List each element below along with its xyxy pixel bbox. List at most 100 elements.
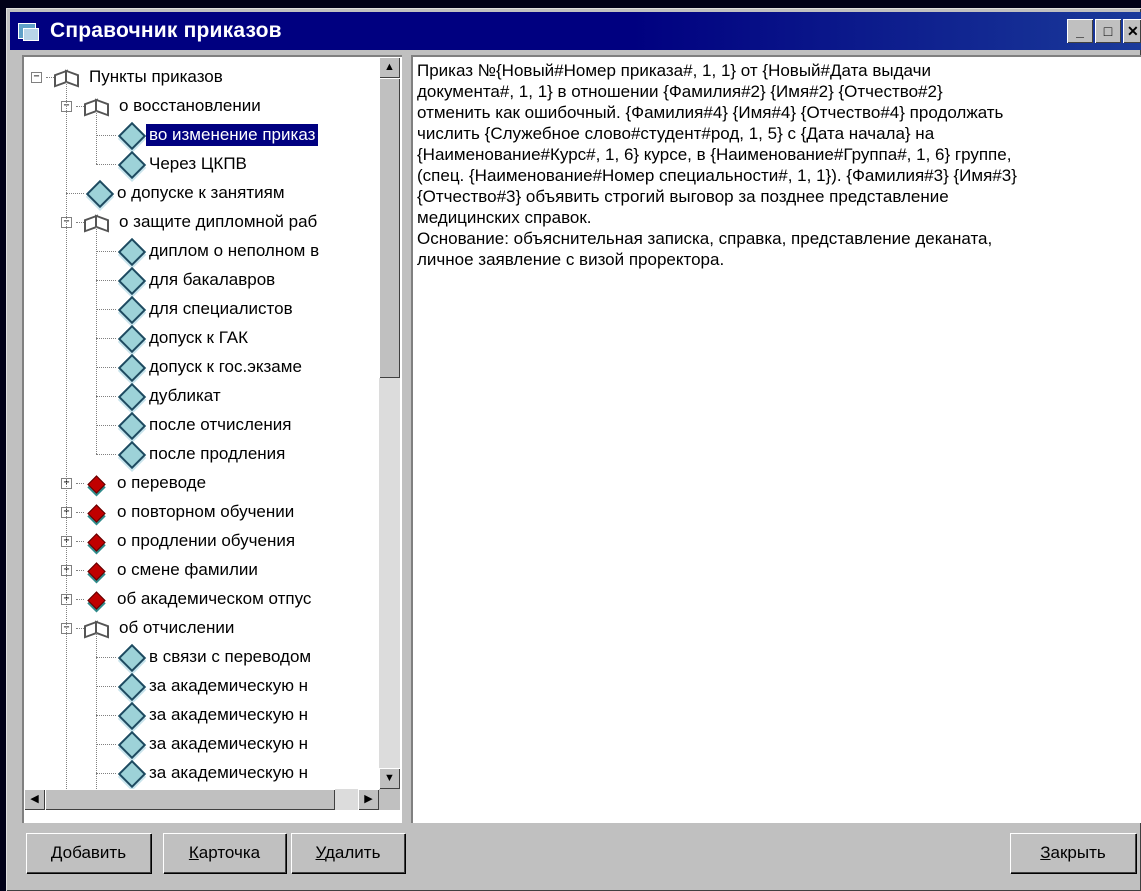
tree-connector: [96, 686, 116, 687]
tree-node[interactable]: допуск к ГАК: [24, 324, 379, 354]
tree-node[interactable]: за академическую н: [24, 701, 379, 731]
leaf-page-icon: [117, 324, 147, 354]
leaf-page-icon: [85, 179, 115, 209]
tree-guide-line: [96, 633, 97, 789]
leaf-page-icon: [117, 701, 147, 731]
tree-connector: [76, 570, 84, 571]
maximize-button[interactable]: □: [1095, 19, 1121, 43]
tree-node[interactable]: диплом о неполном в: [24, 237, 379, 267]
tree-connector: [76, 483, 84, 484]
close-icon: ✕: [1127, 23, 1139, 39]
closed-book-icon: [87, 475, 106, 494]
tree-node-label: в связи с переводом: [149, 647, 312, 666]
leaf-page-icon: [117, 643, 147, 673]
tree-node[interactable]: за академическую н: [24, 730, 379, 760]
minimize-icon: _: [1076, 23, 1084, 39]
tree-connector: [76, 106, 84, 107]
close-button[interactable]: Закрыть: [1010, 833, 1136, 873]
tree-node-label: о переводе: [117, 473, 207, 492]
tree-node[interactable]: за академическую н: [24, 759, 379, 789]
scroll-left-button[interactable]: ◀: [24, 789, 45, 810]
tree-node-label: о защите дипломной раб: [119, 212, 318, 231]
card-button[interactable]: Карточка: [163, 833, 286, 873]
order-text-view[interactable]: Приказ №{Новый#Номер приказа#, 1, 1} от …: [411, 55, 1141, 823]
tree-node-label: диплом о неполном в: [149, 241, 320, 260]
tree-horizontal-scrollbar[interactable]: ◀ ▶: [24, 789, 379, 810]
tree-node[interactable]: после продления: [24, 440, 379, 470]
orders-tree-view[interactable]: − Пункты приказов − о восстановлении во изме…: [22, 55, 402, 823]
add-button-label: Добавить: [50, 843, 127, 862]
tree-node-label: после отчисления: [149, 415, 292, 434]
leaf-page-icon: [117, 672, 147, 702]
arrow-up-icon: ▲: [384, 61, 395, 73]
tree-node[interactable]: в связи с переводом: [24, 643, 379, 673]
scroll-right-button[interactable]: ▶: [358, 789, 379, 810]
tree-connector: [96, 396, 116, 397]
order-text-line: документа#, 1, 1} в отношении {Фамилия#2…: [417, 82, 943, 101]
tree-vertical-scrollbar[interactable]: ▲ ▼: [379, 57, 400, 789]
tree-node[interactable]: + о смене фамилии: [24, 556, 379, 585]
tree-node-label: об академическом отпус: [117, 589, 312, 608]
delete-button-label: Удалить: [315, 843, 381, 862]
scroll-down-button[interactable]: ▼: [379, 768, 400, 789]
close-window-button[interactable]: ✕: [1123, 19, 1141, 43]
tree-node[interactable]: для специалистов: [24, 295, 379, 325]
order-text-line: личное заявление с визой проректора.: [417, 250, 725, 269]
tree-node[interactable]: дубликат: [24, 382, 379, 412]
tree-node-label: за академическую н: [149, 676, 309, 695]
tree-node[interactable]: − Пункты приказов: [24, 63, 379, 92]
tree-node-label: дубликат: [149, 386, 221, 405]
closed-book-icon: [87, 533, 106, 552]
scroll-up-button[interactable]: ▲: [379, 57, 400, 78]
tree-node[interactable]: допуск к гос.экзаме: [24, 353, 379, 383]
tree-node[interactable]: для бакалавров: [24, 266, 379, 296]
tree-connector: [96, 251, 116, 252]
tree-node-label: о смене фамилии: [117, 560, 258, 579]
delete-button[interactable]: Удалить: [291, 833, 405, 873]
tree-node-label: допуск к гос.экзаме: [149, 357, 302, 376]
tree-node-label: об отчислении: [119, 618, 235, 637]
tree-node-label: во изменение приказ: [146, 124, 319, 146]
order-text-line: медицинских справок.: [417, 208, 592, 227]
tree-node[interactable]: о допуске к занятиям: [24, 179, 379, 209]
tree-guide-line: [96, 227, 97, 454]
close-button-label: Закрыть: [1040, 843, 1106, 862]
tree-node-label: о допуске к занятиям: [117, 183, 285, 202]
collapse-icon[interactable]: −: [31, 72, 42, 83]
tree-node[interactable]: + о продлении обучения: [24, 527, 379, 556]
tree-node[interactable]: + о повторном обучении: [24, 498, 379, 527]
tree-node[interactable]: Через ЦКПВ: [24, 150, 379, 180]
tree-node-label: Пункты приказов: [89, 67, 223, 86]
tree-guide-line: [66, 82, 67, 789]
vertical-scroll-thumb[interactable]: [379, 78, 400, 378]
title-bar[interactable]: Справочник приказов _ □ ✕: [10, 12, 1141, 50]
tree-connector: [76, 541, 84, 542]
tree-connector: [46, 77, 54, 78]
closed-book-icon: [87, 562, 106, 581]
tree-node[interactable]: − об отчислении: [24, 614, 379, 643]
window-title: Справочник приказов: [50, 19, 282, 42]
closed-book-icon: [87, 504, 106, 523]
tree-node[interactable]: во изменение приказ: [24, 121, 379, 151]
tree-node[interactable]: за академическую н: [24, 672, 379, 702]
leaf-page-icon: [117, 382, 147, 412]
tree-node-label: для бакалавров: [149, 270, 276, 289]
add-button[interactable]: Добавить: [26, 833, 151, 873]
order-text-line: (спец. {Наименование#Номер специальности…: [417, 166, 1017, 185]
order-text-line: отменить как ошибочный. {Фамилия#4} {Имя…: [417, 103, 1004, 122]
leaf-page-icon: [117, 411, 147, 441]
horizontal-scroll-thumb[interactable]: [45, 789, 335, 810]
app-icon: [18, 21, 40, 41]
tree-node[interactable]: − о восстановлении: [24, 92, 379, 121]
scroll-corner: [379, 789, 400, 810]
tree-connector: [96, 657, 116, 658]
tree-connector: [96, 773, 116, 774]
leaf-page-icon: [117, 440, 147, 470]
tree-node[interactable]: после отчисления: [24, 411, 379, 441]
leaf-page-icon: [117, 730, 147, 760]
tree-connector: [76, 628, 84, 629]
tree-node[interactable]: − о защите дипломной раб: [24, 208, 379, 237]
minimize-button[interactable]: _: [1067, 19, 1093, 43]
tree-node[interactable]: + о переводе: [24, 469, 379, 498]
tree-node[interactable]: + об академическом отпус: [24, 585, 379, 614]
